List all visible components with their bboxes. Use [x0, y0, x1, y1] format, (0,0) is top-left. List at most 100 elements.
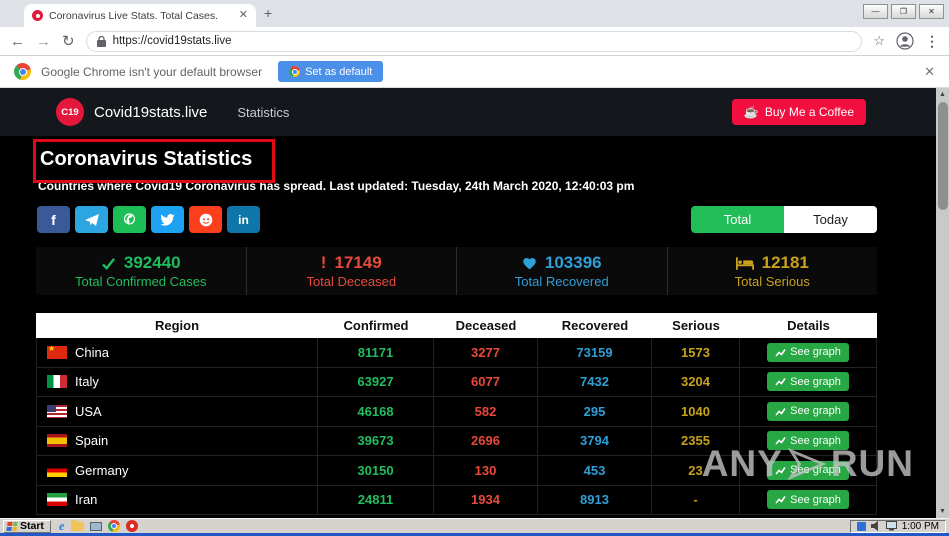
scrollbar-thumb[interactable]	[937, 102, 948, 210]
deceased-label: Total Deceased	[306, 274, 397, 289]
serious-value: 23	[652, 456, 740, 485]
profile-avatar-icon[interactable]	[896, 32, 914, 50]
set-as-default-button[interactable]: Set as default	[278, 61, 384, 82]
minimize-button[interactable]: —	[863, 4, 888, 19]
linkedin-share-button[interactable]: in	[227, 206, 260, 233]
see-graph-button[interactable]: See graph	[767, 490, 849, 510]
start-button[interactable]: Start	[3, 519, 51, 533]
window-controls: — ❐ ✕	[863, 4, 944, 19]
internet-explorer-icon[interactable]: e	[59, 520, 65, 533]
serious-label: Total Serious	[734, 274, 810, 289]
chrome-taskbar-icon[interactable]	[107, 520, 120, 532]
twitter-bird-icon	[160, 213, 175, 226]
header-region: Region	[154, 318, 200, 333]
toggle-today-button[interactable]: Today	[784, 206, 877, 233]
chrome-logo-icon	[14, 63, 31, 80]
countries-table: Region Confirmed Deceased Recovered Seri…	[36, 313, 877, 515]
confirmed-value: 81171	[318, 338, 434, 367]
serious-value: 2355	[652, 426, 740, 455]
twitter-share-button[interactable]	[151, 206, 184, 233]
new-tab-button[interactable]: +	[264, 5, 272, 21]
confirmed-label: Total Confirmed Cases	[75, 274, 207, 289]
heart-icon	[523, 258, 536, 270]
page-scrollbar[interactable]: ▲ ▼	[936, 88, 949, 518]
bookmark-star-icon[interactable]: ☆	[873, 33, 885, 49]
forward-icon[interactable]: →	[36, 34, 51, 49]
see-graph-button[interactable]: See graph	[767, 431, 849, 451]
scroll-up-icon[interactable]: ▲	[936, 88, 949, 101]
whatsapp-share-button[interactable]: ✆	[113, 206, 146, 233]
region-name: Spain	[75, 433, 109, 449]
chart-line-icon	[775, 437, 786, 445]
header-serious: Serious	[672, 318, 720, 333]
tab-close-icon[interactable]: ✕	[239, 10, 248, 21]
telegram-share-button[interactable]	[75, 206, 108, 233]
recovered-label: Total Recovered	[514, 274, 609, 289]
header-deceased: Deceased	[455, 318, 517, 333]
stat-serious: 12181 Total Serious	[666, 247, 878, 295]
table-row-germany: Germany 30150 130 453 23 See graph	[36, 456, 877, 486]
serious-value: 1573	[652, 338, 740, 367]
nav-statistics-link[interactable]: Statistics	[237, 105, 289, 120]
recovered-value: 295	[538, 397, 652, 426]
address-bar[interactable]: https://covid19stats.live	[85, 30, 863, 52]
infobar-message: Google Chrome isn't your default browser	[41, 64, 263, 79]
recovered-value: 453	[538, 456, 652, 485]
confirmed-value: 63927	[318, 367, 434, 396]
folder-icon[interactable]	[70, 519, 84, 531]
table-row-spain: Spain 39673 2696 3794 2355 See graph	[36, 426, 877, 456]
buy-me-a-coffee-button[interactable]: ☕ Buy Me a Coffee	[731, 99, 866, 125]
see-graph-button[interactable]: See graph	[767, 372, 849, 392]
region-name: Germany	[75, 462, 129, 478]
system-tray: 1:00 PM	[849, 519, 946, 533]
start-label: Start	[20, 520, 44, 532]
site-brand[interactable]: Covid19stats.live	[94, 104, 207, 121]
recovered-total: 103396	[544, 253, 602, 272]
chrome-mini-icon	[289, 66, 301, 77]
linkedin-icon: in	[238, 212, 249, 227]
table-row-china: China 81171 3277 73159 1573 See graph	[36, 338, 877, 368]
infobar-close-icon[interactable]: ✕	[924, 64, 935, 80]
back-icon[interactable]: ←	[10, 34, 25, 49]
table-row-iran: Iran 24811 1934 8913 - See graph	[36, 485, 877, 515]
confirmed-value: 24811	[318, 485, 434, 514]
deceased-value: 6077	[434, 367, 538, 396]
china-flag-icon	[47, 344, 67, 359]
social-share-row: f ✆ in Total Today	[37, 206, 877, 233]
maximize-button[interactable]: ❐	[891, 4, 916, 19]
browser-toolbar: ← → ↻ https://covid19stats.live ☆ ⋮	[0, 27, 949, 56]
reddit-share-button[interactable]	[189, 206, 222, 233]
region-name: USA	[75, 403, 102, 419]
summary-stats-bar: 392440 Total Confirmed Cases ! 17149 Tot…	[36, 247, 877, 295]
see-graph-button[interactable]: See graph	[767, 401, 849, 421]
stat-recovered: 103396 Total Recovered	[456, 247, 667, 295]
serious-value: -	[652, 485, 740, 514]
refresh-icon[interactable]: ↻	[62, 34, 75, 49]
italy-flag-icon	[47, 375, 67, 389]
serious-value: 1040	[652, 397, 740, 426]
facebook-share-button[interactable]: f	[37, 206, 70, 233]
site-logo[interactable]: C19	[56, 98, 84, 126]
see-graph-button[interactable]: See graph	[767, 342, 849, 362]
confirmed-value: 46168	[318, 397, 434, 426]
red-app-icon[interactable]	[125, 520, 138, 532]
see-graph-button[interactable]: See graph	[767, 460, 849, 480]
chart-line-icon	[775, 496, 786, 504]
exclamation-icon: !	[320, 253, 327, 272]
site-header: C19 Covid19stats.live Statistics ☕ Buy M…	[0, 88, 936, 136]
confirmed-value: 30150	[318, 456, 434, 485]
page-title: Coronavirus Statistics	[40, 148, 253, 170]
table-row-usa: USA 46168 582 295 1040 See graph	[36, 397, 877, 427]
page-subtitle: Countries where Covid19 Coronavirus has …	[38, 179, 635, 193]
scroll-down-icon[interactable]: ▼	[936, 505, 949, 518]
volume-icon[interactable]	[870, 521, 881, 531]
browser-tab[interactable]: Coronavirus Live Stats. Total Cases. ✕	[24, 4, 256, 27]
close-button[interactable]: ✕	[919, 4, 944, 19]
stat-confirmed: 392440 Total Confirmed Cases	[36, 247, 246, 295]
browser-menu-icon[interactable]: ⋮	[925, 33, 939, 50]
window-app-icon[interactable]	[89, 521, 102, 531]
display-icon[interactable]	[885, 521, 897, 531]
toggle-total-button[interactable]: Total	[691, 206, 784, 233]
chart-line-icon	[775, 466, 786, 475]
tray-app-icon[interactable]	[856, 521, 866, 531]
